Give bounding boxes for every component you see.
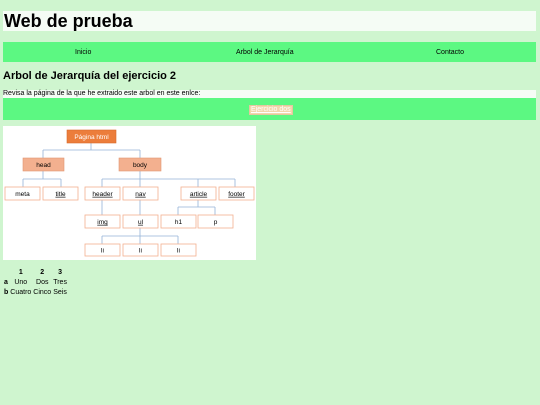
section-title: Arbol de Jerarquía del ejercicio 2	[3, 70, 177, 82]
table-cell: Dos	[36, 279, 49, 286]
node-nav-label: nav	[135, 191, 146, 198]
main-nav: Inicio Arbol de Jerarquía Contacto	[3, 42, 536, 62]
node-article-label: article	[190, 191, 208, 198]
tree-svg: Página html head body meta title header …	[4, 129, 255, 257]
site-header: Web de prueba	[3, 11, 536, 31]
node-li-3-label: li	[177, 248, 180, 255]
nav-link-arbol[interactable]: Arbol de Jerarquía	[236, 49, 294, 56]
table-header-cell: 1	[18, 269, 23, 276]
table-cell: Cuatro	[10, 289, 32, 296]
table-cell: Uno	[14, 279, 28, 286]
table-cell: Seis	[53, 289, 67, 296]
node-meta-label: meta	[15, 191, 30, 198]
table-row: a Uno Dos Tres	[3, 278, 68, 288]
node-head-label: head	[36, 162, 51, 169]
node-root-label: Página html	[74, 134, 109, 141]
node-li-2-label: li	[139, 248, 142, 255]
node-img-label: img	[97, 219, 108, 226]
table-cell: Cinco	[33, 289, 52, 296]
node-p-label: p	[214, 219, 218, 226]
exercise-link[interactable]: Ejercicio dos	[249, 105, 293, 115]
table-header-row: 1 2 3	[3, 268, 68, 278]
node-body-label: body	[133, 162, 148, 169]
hierarchy-diagram: Página html head body meta title header …	[3, 126, 256, 260]
nav-link-inicio[interactable]: Inicio	[75, 49, 91, 56]
table-header-cell: 3	[58, 269, 63, 276]
node-header-label: header	[92, 191, 113, 198]
table-cell: Tres	[53, 279, 67, 286]
nav-link-contacto[interactable]: Contacto	[436, 49, 464, 56]
node-title-label: title	[55, 191, 66, 198]
node-li-1-label: li	[101, 248, 104, 255]
table-header-cell: 2	[40, 269, 45, 276]
site-title: Web de prueba	[4, 11, 133, 31]
node-footer-label: footer	[228, 191, 245, 198]
table-row: b Cuatro Cinco Seis	[3, 288, 68, 298]
data-table: 1 2 3 a Uno Dos Tres b Cuatro Cinco Seis	[3, 268, 68, 298]
node-ul-label: ul	[138, 219, 144, 226]
node-h1-label: h1	[175, 219, 183, 226]
info-text: Revisa la página de la que he extraido e…	[3, 90, 536, 98]
